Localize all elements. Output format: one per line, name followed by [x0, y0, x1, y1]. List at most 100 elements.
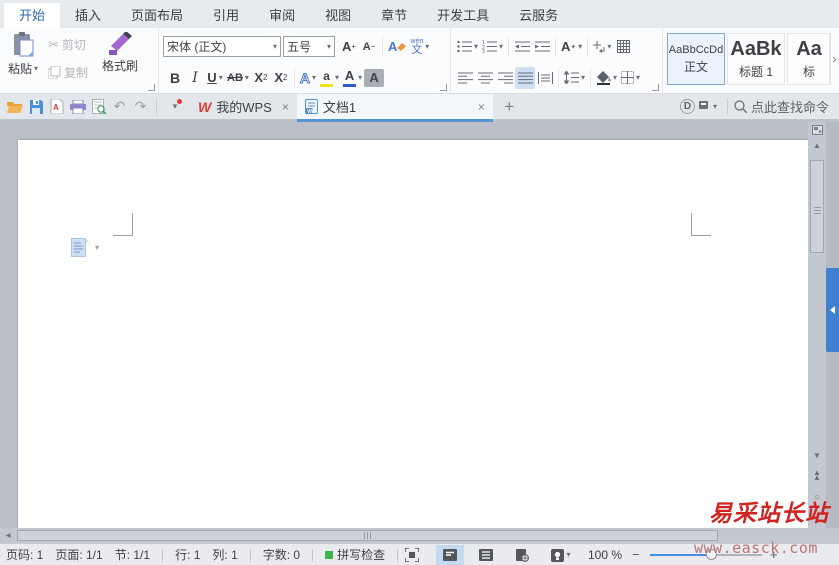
superscript-button[interactable]: X2 [251, 67, 271, 89]
grow-font-button[interactable]: A + [339, 36, 359, 58]
zoom-slider-thumb[interactable] [706, 549, 717, 560]
vertical-scrollbar[interactable]: ▲ ▼ ▲ ▲ ○ [808, 122, 826, 528]
align-left-icon [457, 72, 473, 84]
increase-indent-button[interactable] [532, 36, 552, 58]
style-card-heading1[interactable]: AaBk 标题 1 [727, 33, 785, 85]
menu-tab-insert[interactable]: 插入 [60, 3, 116, 28]
text-tools-button[interactable]: A ✦ ▾ [559, 36, 584, 58]
subscript-button[interactable]: X2 [271, 67, 291, 89]
style-card-heading2[interactable]: Aa 标 [787, 33, 831, 85]
zoom-slider[interactable] [650, 549, 762, 560]
justify-button[interactable] [515, 66, 535, 89]
font-dialog-launcher[interactable] [440, 84, 447, 91]
eye-protect-mode-button[interactable]: ▾ [544, 545, 578, 565]
table-grid-button[interactable] [613, 36, 633, 58]
select-browse-object-button[interactable]: ○ [808, 490, 826, 505]
text-effects-button[interactable]: A ▾ [298, 67, 318, 89]
highlight-color-button[interactable]: a ▾ [318, 67, 341, 89]
paste-button[interactable]: 粘贴 ▾ [8, 32, 38, 77]
new-tab-button[interactable]: + [499, 96, 520, 118]
bullets-button[interactable]: ▾ [455, 36, 480, 58]
align-left-button[interactable] [455, 67, 475, 89]
menu-tab-cloud[interactable]: 云服务 [504, 3, 573, 28]
print-preview-button[interactable] [88, 96, 109, 118]
menu-tab-page-layout[interactable]: 页面布局 [116, 3, 198, 28]
horizontal-scroll-thumb[interactable] [17, 530, 718, 541]
font-size-select[interactable]: 五号 ▾ [283, 36, 335, 57]
page-view-button[interactable] [436, 545, 464, 565]
scroll-up-button[interactable]: ▲ [808, 138, 826, 153]
clipboard-group: 粘贴 ▾ ✂ 剪切 复制 格式刷 [0, 28, 158, 93]
wps-logo-icon: W [198, 98, 212, 115]
status-word-count[interactable]: 字数: 0 [263, 546, 300, 563]
shrink-font-button[interactable]: A − [359, 36, 379, 58]
document-page[interactable]: ▾ [18, 140, 808, 528]
borders-button[interactable]: ▾ [619, 67, 642, 89]
cut-button[interactable]: ✂ 剪切 [48, 36, 86, 53]
format-painter-button[interactable]: 格式刷 [102, 32, 138, 74]
redo-button[interactable]: ↷ [130, 96, 151, 118]
distribute-button[interactable] [535, 67, 555, 89]
chevron-down-icon[interactable]: ▾ [95, 243, 99, 252]
paragraph-dialog-launcher[interactable] [652, 84, 659, 91]
font-family-select[interactable]: 宋体 (正文) ▾ [163, 36, 281, 57]
clear-formatting-button[interactable]: A [386, 36, 408, 58]
ruler-toggle-button[interactable] [808, 122, 826, 138]
save-button[interactable] [25, 96, 46, 118]
pinyin-guide-button[interactable]: wén 文 ▾ [408, 36, 431, 58]
strikethrough-button[interactable]: AB ▾ [225, 67, 251, 89]
menu-tab-section[interactable]: 章节 [366, 3, 422, 28]
zoom-percentage[interactable]: 100 % [588, 548, 622, 562]
align-center-button[interactable] [475, 67, 495, 89]
vertical-scroll-thumb[interactable] [810, 160, 824, 253]
bold-button[interactable]: B [165, 67, 185, 89]
menu-tab-review[interactable]: 审阅 [254, 3, 310, 28]
menu-tab-view[interactable]: 视图 [310, 3, 366, 28]
spellcheck-status[interactable]: 拼写检查 [325, 546, 385, 563]
open-file-button[interactable] [4, 96, 25, 118]
font-color-button[interactable]: A ▾ [341, 67, 364, 89]
numbering-button[interactable]: 1 2 3 ▾ [480, 36, 505, 58]
clipboard-dialog-launcher[interactable] [148, 84, 155, 91]
scroll-down-button[interactable]: ▼ [808, 448, 826, 463]
document-helper-icon [71, 238, 88, 257]
decrease-indent-button[interactable] [512, 36, 532, 58]
fullscreen-button[interactable] [398, 545, 426, 565]
menu-tab-home[interactable]: 开始 [4, 3, 61, 28]
formatting-marks-button[interactable]: ▾ [591, 36, 613, 58]
outline-view-button[interactable] [472, 545, 500, 565]
character-shading-button[interactable]: A [364, 68, 385, 87]
italic-button[interactable]: I [185, 67, 205, 89]
menu-tab-developer[interactable]: 开发工具 [422, 3, 504, 28]
underline-button[interactable]: U ▾ [205, 67, 225, 89]
style-card-body-text[interactable]: AaBbCcDd 正文 [667, 33, 725, 85]
copy-button[interactable]: 复制 [48, 64, 88, 81]
tab-my-wps[interactable]: W 我的WPS × [190, 94, 297, 119]
task-pane-toggle[interactable] [826, 268, 839, 352]
command-search[interactable]: 点此查找命令 [734, 97, 829, 116]
shading-button[interactable]: ▾ [594, 67, 619, 89]
horizontal-scrollbar[interactable]: ▲ [0, 528, 839, 543]
scissors-icon: ✂ [48, 36, 59, 52]
undo-button[interactable]: ↶ [109, 96, 130, 118]
print-button[interactable] [67, 96, 88, 118]
tab-document1[interactable]: W 文档1 × [296, 94, 493, 119]
export-pdf-button[interactable]: A [46, 96, 67, 118]
zoom-out-button[interactable]: − [632, 547, 640, 562]
paste-dropdown-icon[interactable]: ▾ [34, 64, 38, 73]
close-icon[interactable]: × [282, 100, 289, 114]
styles-more-button[interactable]: › [829, 33, 839, 85]
insert-helper-button[interactable]: ▾ [71, 238, 99, 257]
line-spacing-button[interactable]: ▾ [562, 67, 587, 89]
zoom-in-button[interactable]: + [770, 547, 778, 562]
lightbulb-icon [551, 548, 565, 562]
close-icon[interactable]: × [478, 100, 485, 114]
align-right-button[interactable] [495, 67, 515, 89]
customize-toolbar-button[interactable]: ▾ [162, 96, 186, 118]
docer-button[interactable]: D [679, 99, 695, 114]
menu-tab-references[interactable]: 引用 [198, 3, 254, 28]
workspace-switch-button[interactable]: ▾ [695, 96, 721, 118]
previous-page-button[interactable]: ▲ ▲ [808, 468, 826, 483]
scroll-left-button[interactable]: ▲ [0, 528, 16, 543]
web-view-button[interactable] [508, 545, 536, 565]
